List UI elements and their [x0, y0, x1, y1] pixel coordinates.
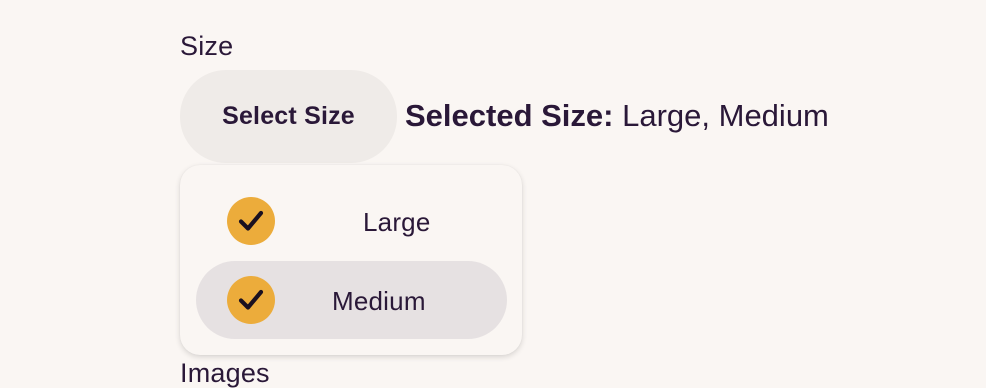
option-label: Medium	[332, 286, 426, 316]
size-label: Size	[180, 31, 234, 61]
option-label: Large	[363, 207, 431, 237]
size-dropdown-menu: Large Medium	[180, 165, 522, 355]
images-label: Images	[180, 358, 270, 388]
select-size-button[interactable]: Select Size	[180, 70, 397, 163]
checkmark-icon	[227, 276, 275, 324]
option-medium[interactable]: Medium	[196, 261, 507, 339]
selected-size-summary: Selected Size: Large, Medium	[405, 100, 829, 131]
checkmark-icon	[227, 197, 275, 245]
selected-size-value: Large, Medium	[622, 98, 829, 133]
option-large[interactable]: Large	[196, 182, 507, 260]
selected-size-prefix: Selected Size:	[405, 98, 614, 133]
